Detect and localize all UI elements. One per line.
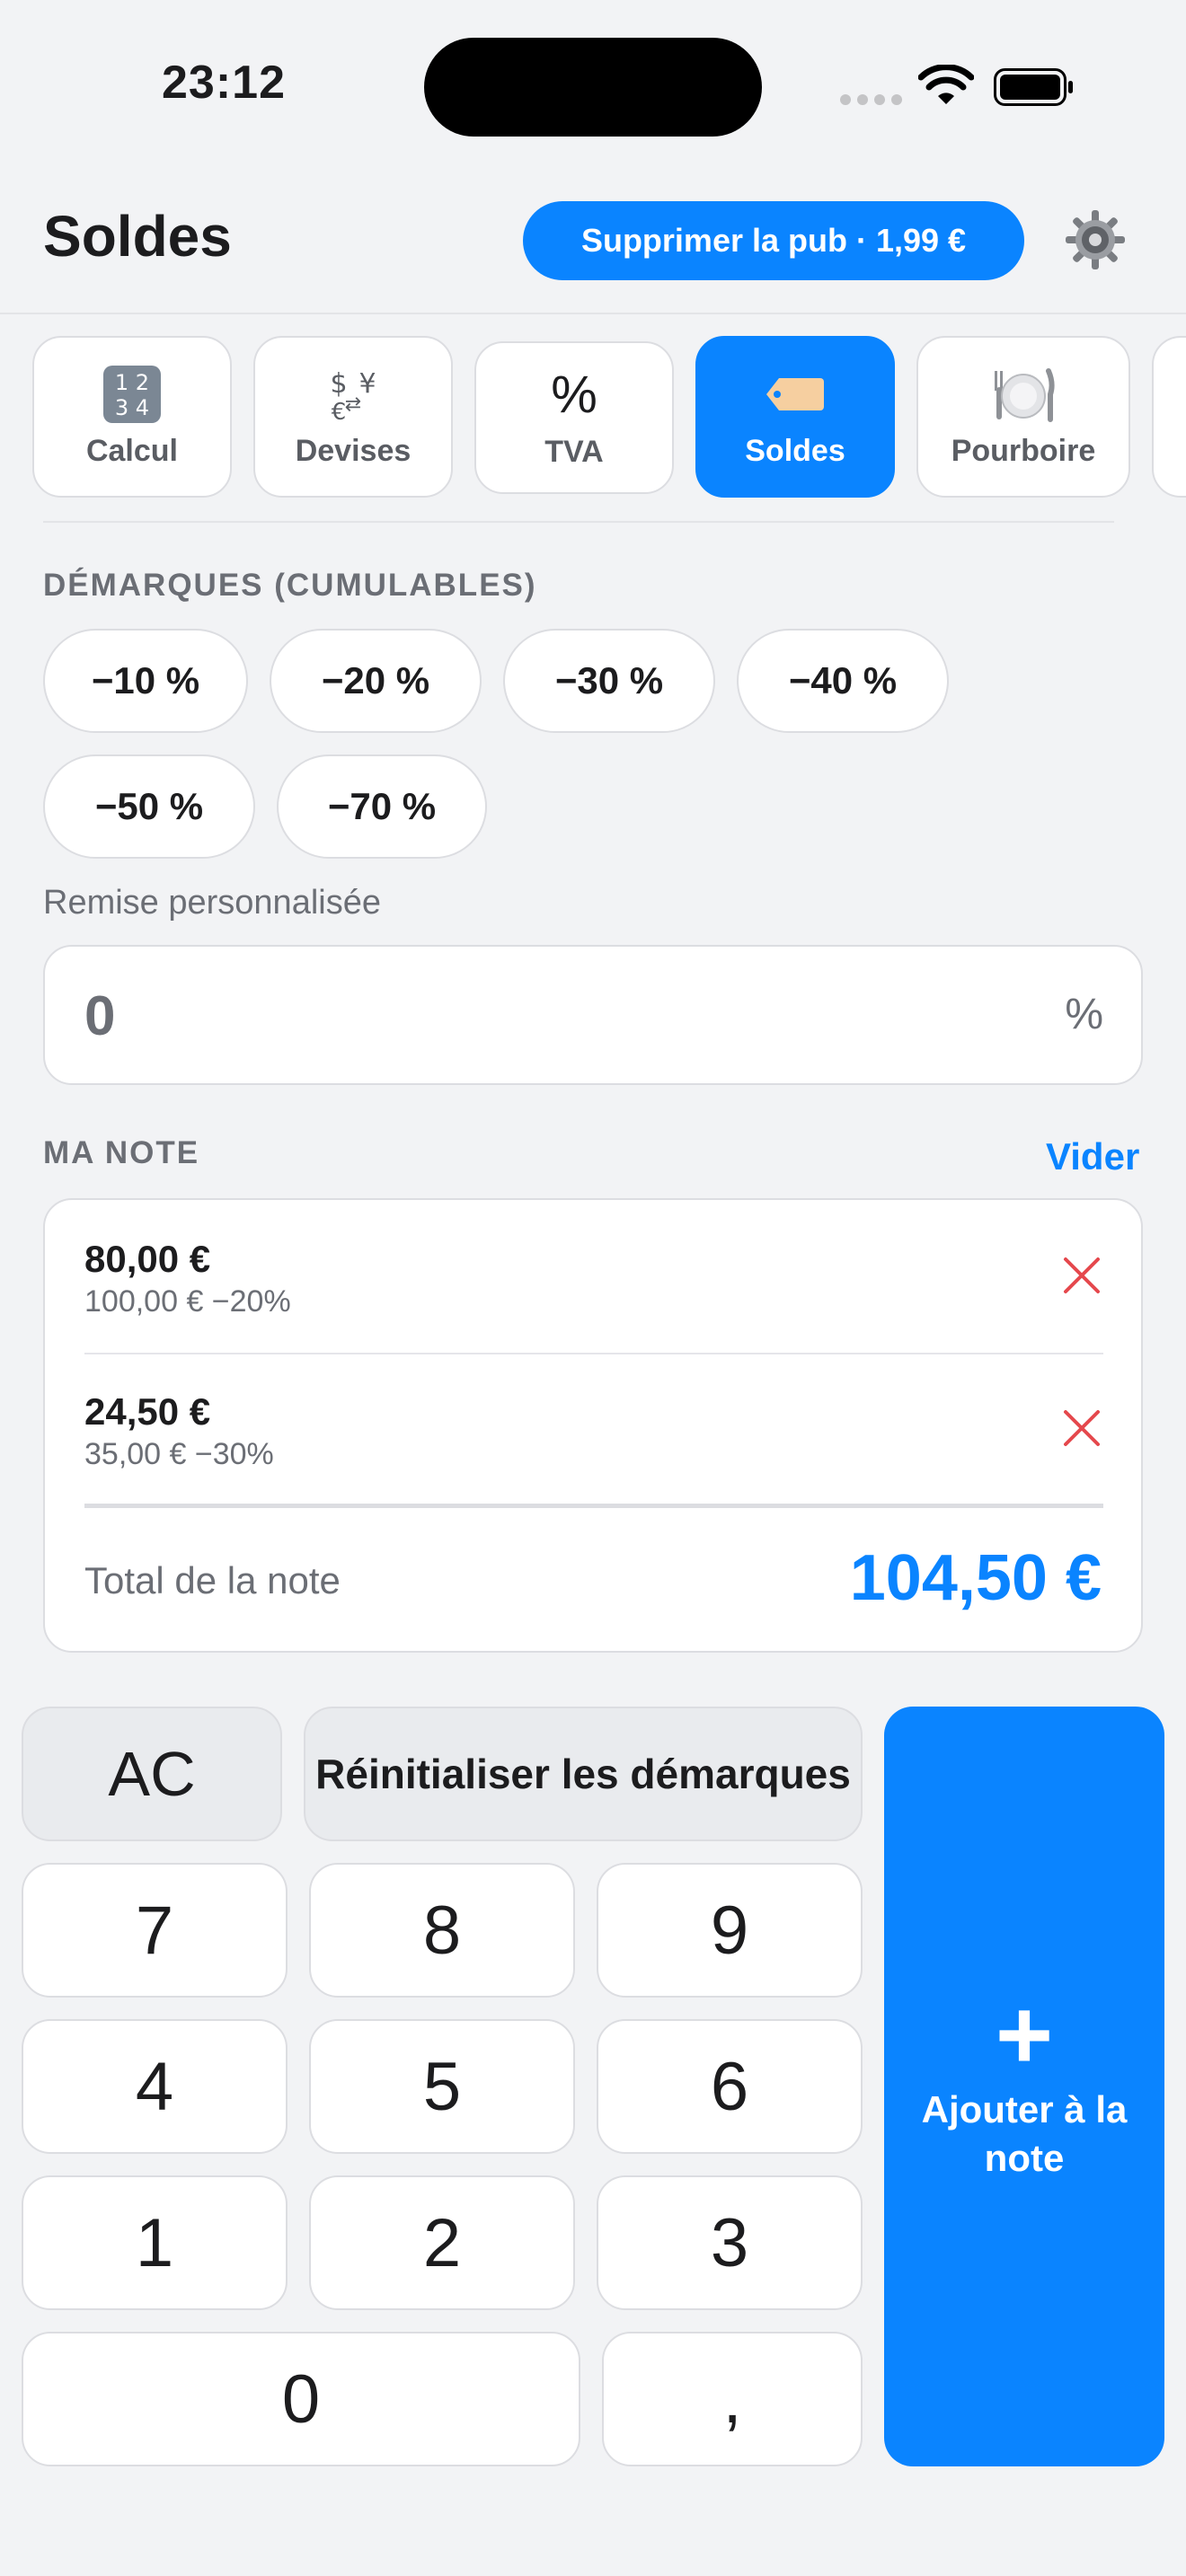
- tab-label: Soldes: [745, 433, 845, 468]
- signal-dots-icon: [840, 93, 908, 110]
- dynamic-island: [424, 38, 762, 137]
- key-5[interactable]: 5: [309, 2019, 575, 2154]
- svg-text:⇄: ⇄: [345, 393, 361, 416]
- custom-discount-label: Remise personnalisée: [43, 884, 381, 922]
- key-4[interactable]: 4: [22, 2019, 288, 2154]
- item-price: 24,50 €: [84, 1390, 211, 1433]
- custom-discount-field[interactable]: 0 %: [43, 945, 1143, 1085]
- discount-chip-40[interactable]: −40 %: [737, 629, 949, 733]
- gear-icon[interactable]: [1064, 208, 1127, 271]
- svg-text:1 2: 1 2: [115, 370, 149, 395]
- key-comma[interactable]: ,: [602, 2332, 863, 2466]
- key-2[interactable]: 2: [309, 2175, 575, 2310]
- clear-note-button[interactable]: Vider: [1046, 1135, 1139, 1178]
- tab-more[interactable]: [1152, 336, 1186, 498]
- discount-chip-10[interactable]: −10 %: [43, 629, 248, 733]
- total-value: 104,50 €: [849, 1542, 1102, 1614]
- item-detail: 35,00 € −30%: [84, 1437, 274, 1471]
- svg-text:€: €: [332, 399, 347, 423]
- delete-item-icon[interactable]: [1060, 1254, 1103, 1297]
- tab-label: Pourboire: [951, 433, 1096, 468]
- note-card: 80,00 € 100,00 € −20% 24,50 € 35,00 € −3…: [43, 1198, 1143, 1653]
- currency-exchange-icon: $ ¥ € ⇄: [321, 366, 385, 423]
- wifi-icon: [918, 65, 974, 104]
- key-1[interactable]: 1: [22, 2175, 288, 2310]
- tab-label: Calcul: [85, 433, 179, 468]
- tab-label: Devises: [295, 433, 412, 468]
- svg-text:3 4: 3 4: [115, 395, 149, 420]
- custom-discount-value: 0: [84, 985, 116, 1047]
- percent-icon: %: [551, 366, 597, 424]
- item-detail: 100,00 € −20%: [84, 1284, 291, 1319]
- reset-discounts-button[interactable]: Réinitialiser les démarques: [304, 1707, 863, 1841]
- total-divider: [84, 1504, 1103, 1508]
- key-0[interactable]: 0: [22, 2332, 580, 2466]
- plus-icon: +: [995, 1980, 1054, 2090]
- key-6[interactable]: 6: [597, 2019, 863, 2154]
- discount-chip-20[interactable]: −20 %: [270, 629, 482, 733]
- discount-chip-70[interactable]: −70 %: [277, 754, 487, 859]
- key-3[interactable]: 3: [597, 2175, 863, 2310]
- tab-soldes[interactable]: Soldes: [695, 336, 895, 498]
- percent-unit: %: [1065, 991, 1103, 1038]
- tab-devises[interactable]: $ ¥ € ⇄ Devises: [253, 336, 453, 498]
- discount-chip-50[interactable]: −50 %: [43, 754, 255, 859]
- header-divider: [0, 313, 1186, 314]
- delete-item-icon[interactable]: [1060, 1407, 1103, 1450]
- tab-tva[interactable]: % TVA: [474, 341, 674, 494]
- discount-chip-30[interactable]: −30 %: [503, 629, 715, 733]
- remove-ads-button[interactable]: Supprimer la pub · 1,99 €: [523, 201, 1024, 280]
- add-to-note-button[interactable]: + Ajouter à la note: [884, 1707, 1164, 2466]
- key-8[interactable]: 8: [309, 1863, 575, 1998]
- add-to-note-label: Ajouter à la note: [921, 2088, 1128, 2179]
- calculator-icon: 1 2 3 4: [100, 365, 164, 423]
- tabs-divider: [43, 521, 1114, 523]
- clear-all-button[interactable]: AC: [22, 1707, 282, 1841]
- status-time: 23:12: [162, 57, 286, 109]
- key-9[interactable]: 9: [597, 1863, 863, 1998]
- item-price: 80,00 €: [84, 1238, 211, 1280]
- svg-text:¥: ¥: [358, 368, 376, 400]
- key-7[interactable]: 7: [22, 1863, 288, 1998]
- discounts-section-label: DÉMARQUES (CUMULABLES): [43, 568, 537, 603]
- price-tag-icon: [763, 366, 828, 423]
- tab-pourboire[interactable]: Pourboire: [916, 336, 1130, 498]
- total-label: Total de la note: [84, 1559, 341, 1601]
- battery-icon: [994, 68, 1073, 106]
- note-section-label: MA NOTE: [43, 1135, 200, 1170]
- tab-calcul[interactable]: 1 2 3 4 Calcul: [32, 336, 232, 498]
- item-divider: [84, 1353, 1103, 1354]
- tab-label: TVA: [544, 434, 604, 469]
- plate-cutlery-icon: [991, 366, 1056, 423]
- page-title: Soldes: [43, 204, 232, 269]
